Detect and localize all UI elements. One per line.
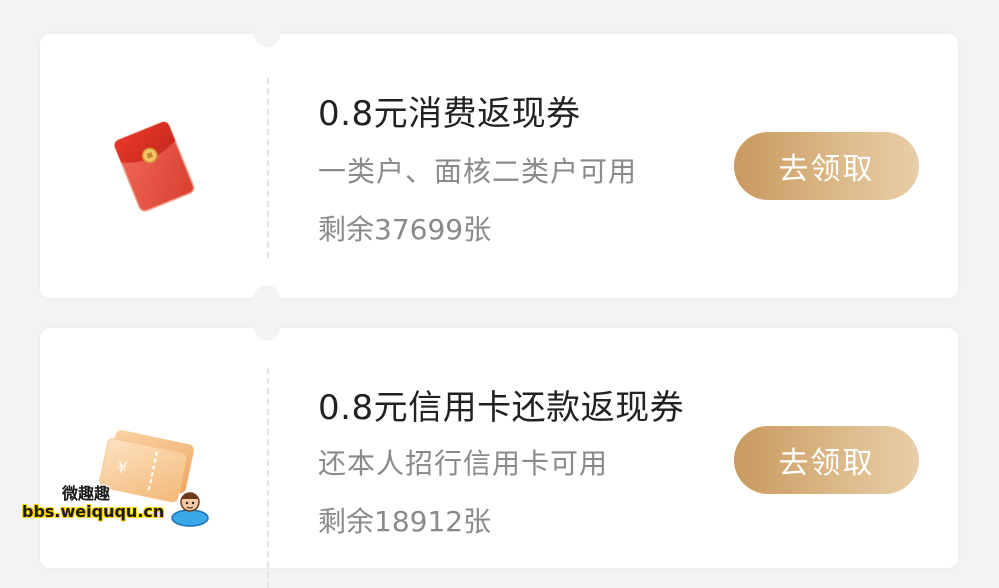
- red-envelope-icon: [100, 108, 210, 218]
- ticket-notch-bottom: [254, 285, 280, 311]
- claim-button[interactable]: 去领取: [734, 132, 919, 200]
- dashed-divider: [267, 78, 269, 258]
- coupon-card-credit-card-repayment-cashback: ¥ 0.8元信用卡还款返现券 还本人招行信用卡可用 剩余18912张 去领取: [40, 315, 958, 588]
- coupon-title: 0.8元信用卡还款返现券: [318, 388, 685, 428]
- ticket-notch-top: [254, 21, 280, 47]
- dashed-divider: [267, 368, 269, 588]
- ticket-notch-top: [254, 315, 280, 341]
- site-watermark: 微趣趣 bbs.weiququ.cn: [22, 480, 209, 530]
- coupon-title: 0.8元消费返现券: [318, 94, 581, 134]
- coupon-eligibility: 一类户、面核二类户可用: [318, 155, 638, 188]
- coupon-remaining-count: 剩余18912张: [318, 505, 492, 538]
- coupon-card-consumption-cashback: 0.8元消费返现券 一类户、面核二类户可用 剩余37699张 去领取: [40, 21, 958, 311]
- coupon-remaining-count: 剩余37699张: [318, 213, 492, 246]
- watermark-site-name: 微趣趣: [62, 484, 111, 503]
- claim-button[interactable]: 去领取: [734, 426, 919, 494]
- watermark-url: bbs.weiququ.cn: [22, 502, 165, 521]
- mascot-icon: [170, 486, 210, 528]
- coupon-eligibility: 还本人招行信用卡可用: [318, 447, 609, 480]
